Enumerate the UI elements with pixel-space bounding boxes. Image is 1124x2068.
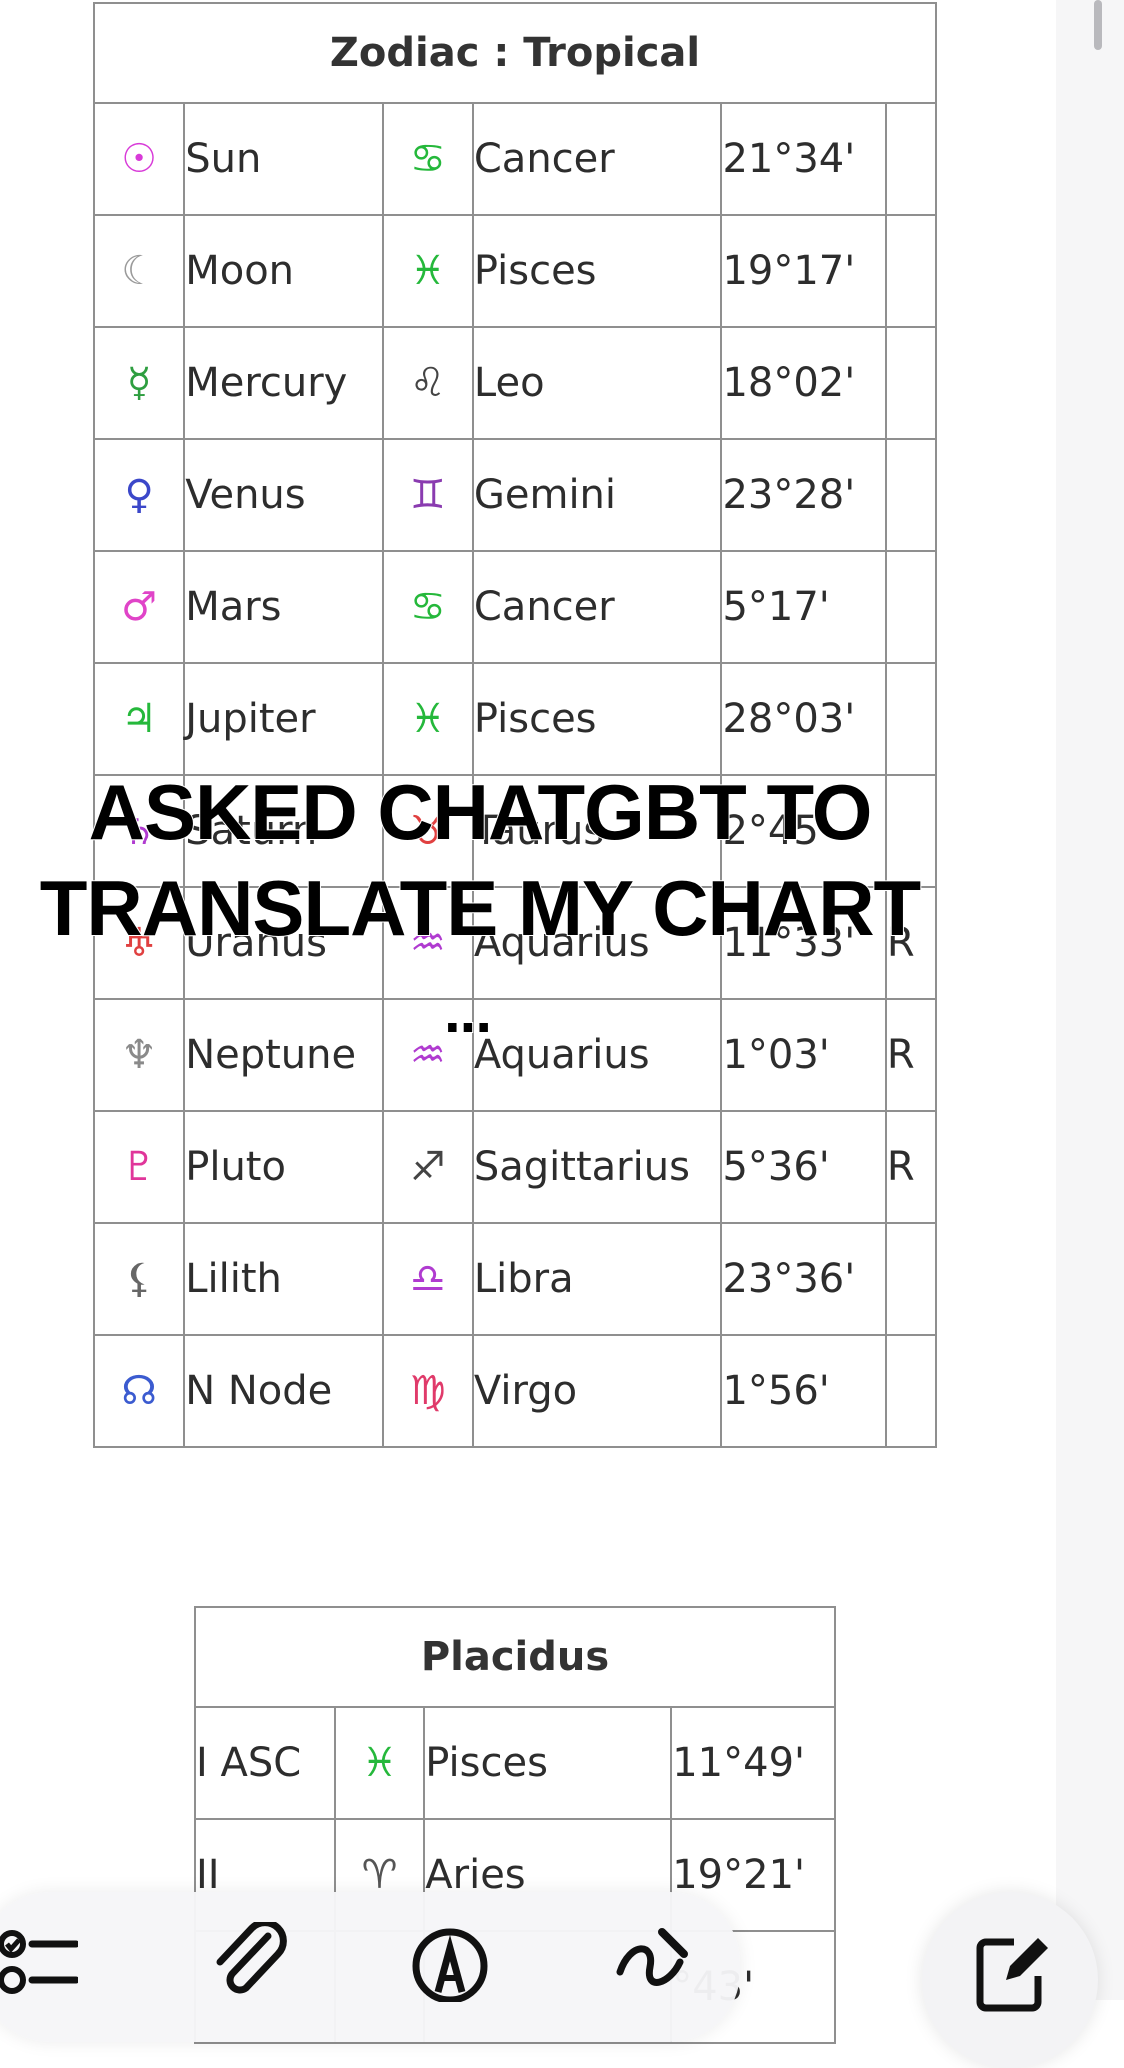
sign-symbol-icon: ♓ (333, 1706, 426, 1820)
sign-name: Virgo (471, 1334, 723, 1448)
scrollbar-thumb[interactable] (1094, 0, 1102, 50)
degree-value: 5°36' (720, 1110, 887, 1224)
sign-symbol-icon: ♍ (381, 1334, 474, 1448)
degree-value: 28°03' (720, 662, 887, 776)
table-row: ☉ Sun ♋ Cancer 21°34' (92, 102, 938, 216)
sign-name: Leo (471, 326, 723, 440)
sign-symbol-icon: ♊ (381, 438, 474, 552)
checklist-icon[interactable] (0, 1922, 80, 2002)
table-row: ☾ Moon ♓ Pisces 19°17' (92, 214, 938, 328)
planet-name: Pluto (183, 1110, 384, 1224)
house-name: I ASC (194, 1706, 336, 1820)
planet-name: Moon (183, 214, 384, 328)
retrograde-flag (884, 438, 938, 552)
overlay-caption-line1: ASKED CHATGBT TO (88, 768, 874, 856)
degree-value: 23°28' (720, 438, 887, 552)
sign-name: Pisces (471, 662, 723, 776)
planet-symbol-icon: ☉ (92, 102, 186, 216)
placidus-table-title: Placidus (194, 1606, 836, 1708)
planet-symbol-icon: ♇ (92, 1110, 186, 1224)
overlay-caption-line2: TRANSLATE MY CHART (39, 864, 922, 952)
table-row: ☊ N Node ♍ Virgo 1°56' (92, 1334, 938, 1448)
sign-symbol-icon: ♋ (381, 102, 474, 216)
table-row: ☿ Mercury ♌ Leo 18°02' (92, 326, 938, 440)
retrograde-flag (884, 550, 938, 664)
degree-value: 5°17' (720, 550, 887, 664)
sign-symbol-icon: ♐ (381, 1110, 474, 1224)
sign-name: Pisces (423, 1706, 673, 1820)
sign-symbol-icon: ♓ (381, 214, 474, 328)
retrograde-flag (884, 214, 938, 328)
planet-symbol-icon: ♀ (92, 438, 186, 552)
table-row: ⚸ Lilith ♎ Libra 23°36' (92, 1222, 938, 1336)
planet-symbol-icon: ♂ (92, 550, 186, 664)
zodiac-table-title: Zodiac : Tropical (93, 2, 937, 104)
compose-icon (972, 1932, 1052, 2016)
planet-name: Mars (183, 550, 384, 664)
table-row: ♇ Pluto ♐ Sagittarius 5°36' R (92, 1110, 938, 1224)
degree-value: 19°17' (720, 214, 887, 328)
degree-value: 11°49' (670, 1706, 836, 1820)
planet-name: Mercury (183, 326, 384, 440)
planet-name: Sun (183, 102, 384, 216)
zodiac-table: Zodiac : Tropical ☉ Sun ♋ Cancer 21°34' ☾ Moon… (92, 2, 938, 1448)
planet-name: N Node (183, 1334, 384, 1448)
retrograde-flag (884, 102, 938, 216)
sign-name: Pisces (471, 214, 723, 328)
draw-icon[interactable] (610, 1922, 690, 2002)
overlay-caption-ellipsis: ... (443, 978, 493, 1045)
retrograde-flag (884, 1334, 938, 1448)
sign-name: Gemini (471, 438, 723, 552)
degree-value: 23°36' (720, 1222, 887, 1336)
planet-name: Venus (183, 438, 384, 552)
retrograde-flag: R (884, 1110, 938, 1224)
degree-value: 1°56' (720, 1334, 887, 1448)
planet-symbol-icon: ☊ (92, 1334, 186, 1448)
retrograde-flag (884, 326, 938, 440)
compose-button[interactable] (922, 1892, 1098, 2068)
sign-symbol-icon: ♓ (381, 662, 474, 776)
table-row: ♃ Jupiter ♓ Pisces 28°03' (92, 662, 938, 776)
degree-value: 18°02' (720, 326, 887, 440)
planet-symbol-icon: ⚸ (92, 1222, 186, 1336)
table-row: ♂ Mars ♋ Cancer 5°17' (92, 550, 938, 664)
page-gutter (1056, 0, 1124, 2000)
sign-symbol-icon: ♌ (381, 326, 474, 440)
markup-pen-icon[interactable] (410, 1922, 490, 2004)
paperclip-icon[interactable] (210, 1919, 290, 2002)
table-row: ♀ Venus ♊ Gemini 23°28' (92, 438, 938, 552)
planet-name: Jupiter (183, 662, 384, 776)
retrograde-flag (884, 662, 938, 776)
sign-name: Cancer (471, 102, 723, 216)
degree-value: 21°34' (720, 102, 887, 216)
bottom-toolbar (0, 1892, 740, 2042)
planet-symbol-icon: ☿ (92, 326, 186, 440)
sign-symbol-icon: ♋ (381, 550, 474, 664)
sign-name: Cancer (471, 550, 723, 664)
retrograde-flag (884, 1222, 938, 1336)
sign-name: Sagittarius (471, 1110, 723, 1224)
sign-symbol-icon: ♎ (381, 1222, 474, 1336)
sign-name: Libra (471, 1222, 723, 1336)
planet-symbol-icon: ♃ (92, 662, 186, 776)
planet-name: Lilith (183, 1222, 384, 1336)
table-row: I ASC ♓ Pisces 11°49' (194, 1706, 836, 1820)
planet-symbol-icon: ☾ (92, 214, 186, 328)
